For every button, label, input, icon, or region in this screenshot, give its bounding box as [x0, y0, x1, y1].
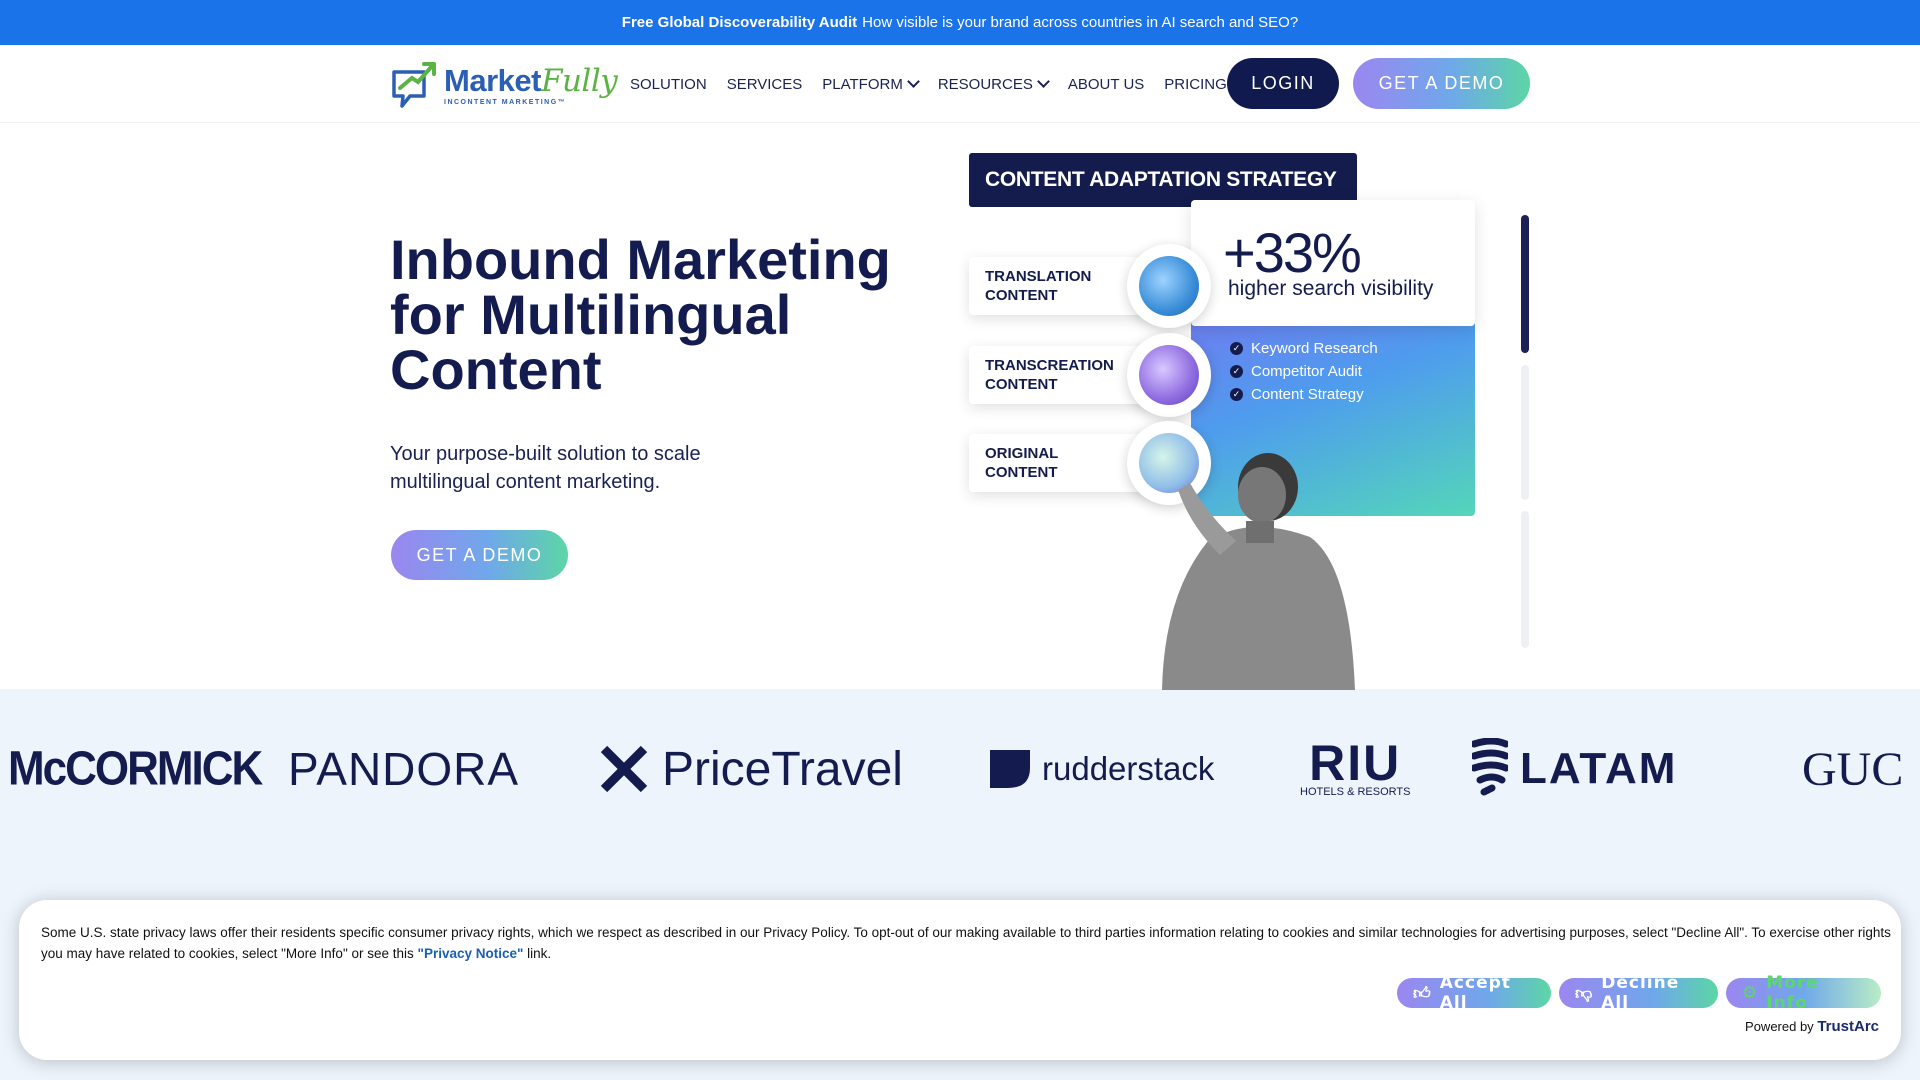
hero-get-demo-button[interactable]: GET A DEMO — [391, 530, 568, 580]
rudderstack-label: rudderstack — [1042, 750, 1215, 787]
decline-all-label: Decline All — [1601, 973, 1680, 1013]
cookie-consent-banner: Some U.S. state privacy laws offer their… — [19, 900, 1901, 1060]
logo-latam: LATAM — [1472, 719, 1677, 819]
check-icon: ✓ — [1230, 365, 1243, 378]
person-illustration — [1150, 445, 1360, 690]
nav-platform-label: PLATFORM — [822, 75, 903, 93]
nav-solution-label: SOLUTION — [630, 75, 707, 93]
logo-tagline: INCONTENT MARKETING™ — [444, 98, 567, 106]
nav-about-label: ABOUT US — [1067, 75, 1145, 93]
chevron-down-icon — [906, 75, 920, 88]
riu-sub-label: HOTELS & RESORTS — [1300, 786, 1411, 798]
stat-card: +33% higher search visibility — [1191, 200, 1475, 326]
cookie-link-suffix: link. — [527, 946, 552, 961]
cookie-text-block: Some U.S. state privacy laws offer their… — [41, 922, 1901, 964]
logo-pandora: PANDORA — [288, 743, 520, 795]
riu-label: RIU — [1309, 735, 1402, 791]
slide-indicator-3[interactable] — [1521, 511, 1529, 648]
accept-all-label: Accept All — [1439, 973, 1511, 1013]
nav-about-us[interactable]: ABOUT US — [1068, 76, 1144, 93]
more-info-button[interactable]: ⚙ More Info — [1726, 973, 1881, 1013]
trustarc-logo[interactable]: TrustArc — [1817, 1018, 1879, 1035]
nav-resources-label: RESOURCES — [937, 75, 1033, 93]
nav-services[interactable]: SERVICES — [727, 76, 803, 93]
decline-all-button[interactable]: 👎︎ Decline All — [1559, 973, 1718, 1013]
gear-icon: ⚙ — [1742, 983, 1759, 1003]
logo-gucci: GUC — [1802, 742, 1904, 796]
slide-indicator-2[interactable] — [1521, 365, 1529, 500]
hero-title: Inbound Marketing for Multilingual Conte… — [390, 228, 891, 401]
pricetravel-label: PriceTravel — [662, 742, 903, 796]
logo-rudderstack: rudderstack — [990, 719, 1214, 819]
logo-riu: RIU HOTELS & RESORTS — [1300, 719, 1410, 819]
latam-icon — [1472, 738, 1508, 796]
check-icon: ✓ — [1230, 388, 1243, 401]
accept-all-button[interactable]: 👍︎ Accept All — [1397, 973, 1551, 1013]
hero-subtitle: Your purpose-built solution to scale mul… — [390, 443, 701, 493]
check-item: ✓ Content Strategy — [1230, 386, 1378, 403]
nav-platform[interactable]: PLATFORM — [822, 75, 920, 93]
main-nav: MarketFully INCONTENT MARKETING™ SOLUTIO… — [0, 45, 1920, 123]
pricetravel-x-icon — [600, 745, 648, 793]
announcement-bar[interactable]: Free Global Discoverability Audit How vi… — [0, 0, 1920, 45]
nav-solution[interactable]: SOLUTION — [630, 76, 707, 93]
nav-resources[interactable]: RESOURCES — [937, 75, 1050, 93]
nav-pricing[interactable]: PRICING — [1164, 76, 1227, 93]
content-strategy-graphic: CONTENT ADAPTATION STRATEGY +33% higher … — [955, 150, 1495, 690]
cookie-buttons: 👍︎ Accept All 👎︎ Decline All ⚙ More Info — [1397, 973, 1881, 1013]
logo-word-market: Market — [444, 62, 541, 98]
stat-label: higher search visibility — [1228, 277, 1434, 300]
cookie-message: Some U.S. state privacy laws offer their… — [41, 925, 1891, 961]
nav-menu: SOLUTION SERVICES PLATFORM RESOURCES ABO… — [630, 45, 1227, 123]
logo-chat-arrow-icon — [390, 60, 438, 110]
check-item: ✓ Competitor Audit — [1230, 363, 1378, 380]
slide-indicator-1[interactable] — [1521, 215, 1529, 353]
logo-mccormick: McCORMICK — [8, 741, 263, 796]
site-logo[interactable]: MarketFully INCONTENT MARKETING™ — [390, 59, 618, 111]
purple-globe-icon — [1127, 333, 1211, 417]
check-item: ✓ Keyword Research — [1230, 340, 1378, 357]
announcement-bold[interactable]: Free Global Discoverability Audit — [622, 14, 857, 31]
client-logos: McCORMICK PANDORA PriceTravel rudderstac… — [0, 719, 1920, 819]
thumbs-up-icon: 👍︎ — [1413, 983, 1432, 1004]
thumbs-down-icon: 👎︎ — [1575, 983, 1594, 1004]
more-info-label: More Info — [1766, 973, 1819, 1013]
logo-word-fully: Fully — [540, 62, 618, 99]
powered-by-label: Powered by — [1745, 1019, 1814, 1034]
latam-label: LATAM — [1520, 744, 1678, 793]
privacy-notice-link[interactable]: "Privacy Notice" — [418, 946, 524, 961]
check-label: Content Strategy — [1251, 386, 1364, 403]
check-icon: ✓ — [1230, 342, 1243, 355]
strategy-header: CONTENT ADAPTATION STRATEGY — [969, 153, 1357, 207]
logo-pricetravel: PriceTravel — [600, 719, 903, 819]
announcement-text[interactable]: How visible is your brand across countri… — [862, 14, 1298, 31]
chevron-down-icon — [1037, 75, 1050, 88]
nav-pricing-label: PRICING — [1164, 75, 1227, 93]
login-button[interactable]: LOGIN — [1227, 58, 1339, 109]
get-demo-button[interactable]: GET A DEMO — [1353, 58, 1530, 109]
powered-by: Powered by TrustArc — [1745, 1018, 1879, 1035]
stat-value: +33% — [1223, 221, 1362, 284]
rudderstack-icon — [990, 750, 1030, 788]
check-label: Keyword Research — [1251, 340, 1378, 357]
checklist: ✓ Keyword Research ✓ Competitor Audit ✓ Con… — [1230, 340, 1378, 403]
check-label: Competitor Audit — [1251, 363, 1362, 380]
nav-services-label: SERVICES — [726, 75, 803, 93]
globe-icon — [1127, 244, 1211, 328]
